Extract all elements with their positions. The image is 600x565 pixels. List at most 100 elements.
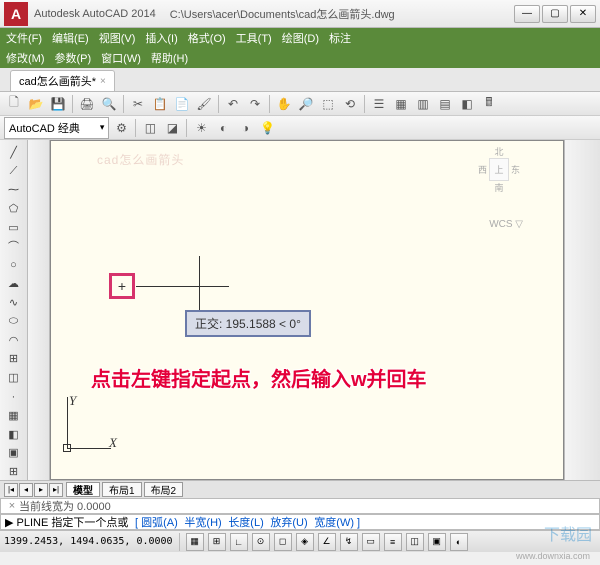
menu-window[interactable]: 窗口(W) — [101, 50, 141, 66]
menu-view[interactable]: 视图(V) — [99, 30, 136, 46]
cmd-option-length[interactable]: 长度(L) — [228, 514, 263, 530]
gradient-icon[interactable]: ◧ — [3, 426, 25, 443]
revcloud-icon[interactable]: ☁ — [3, 275, 25, 292]
menu-draw[interactable]: 绘图(D) — [282, 30, 319, 46]
tab-nav-next[interactable]: ▸ — [34, 483, 48, 497]
lwt-icon[interactable]: ≡ — [384, 533, 402, 551]
menu-file[interactable]: 文件(F) — [6, 30, 42, 46]
document-tab[interactable]: cad怎么画箭头* × — [10, 70, 115, 91]
paste-icon[interactable]: 📄 — [172, 94, 192, 114]
zoom-prev-icon[interactable]: ⟲ — [340, 94, 360, 114]
menu-parametric[interactable]: 参数(P) — [55, 50, 92, 66]
layer-icon[interactable]: ◫ — [140, 118, 160, 138]
rectangle-icon[interactable]: ▭ — [3, 219, 25, 236]
ellipse-icon[interactable]: ⬭ — [3, 313, 25, 330]
region-icon[interactable]: ▣ — [3, 445, 25, 462]
point-icon[interactable]: · — [3, 388, 25, 405]
render-icon[interactable]: ◐ — [213, 118, 233, 138]
tab-nav-prev[interactable]: ◂ — [19, 483, 33, 497]
light-icon[interactable]: 💡 — [257, 118, 277, 138]
sun-icon[interactable]: ☀ — [191, 118, 211, 138]
layout-tab-model[interactable]: 模型 — [66, 482, 100, 497]
tpy-icon[interactable]: ◫ — [406, 533, 424, 551]
nav-east[interactable]: 东 — [511, 165, 520, 175]
close-tab-icon[interactable]: × — [100, 76, 106, 87]
layout-tab-1[interactable]: 布局1 — [102, 482, 142, 497]
qp-icon[interactable]: ▣ — [428, 533, 446, 551]
nav-top[interactable]: 上 — [489, 158, 508, 181]
cmd-option-halfwidth[interactable]: 半宽(H) — [184, 514, 221, 530]
zoom-icon[interactable]: 🔎 — [296, 94, 316, 114]
menu-format[interactable]: 格式(O) — [188, 30, 226, 46]
ellipse-arc-icon[interactable]: ◠ — [3, 332, 25, 349]
polygon-icon[interactable]: ⬠ — [3, 200, 25, 217]
cmd-option-arc[interactable]: [ 圆弧(A) — [135, 514, 178, 530]
pan-icon[interactable]: ✋ — [274, 94, 294, 114]
drawing-canvas[interactable]: cad怎么画箭头 北 西 上 东 南 WCS ▽ + 正交: 195.1588 … — [50, 140, 564, 480]
menu-insert[interactable]: 插入(I) — [145, 30, 177, 46]
new-icon[interactable]: 🗋 — [4, 94, 24, 114]
copy-icon[interactable]: 📋 — [150, 94, 170, 114]
command-close-icon[interactable]: × — [5, 500, 19, 512]
tab-nav-last[interactable]: ▸| — [49, 483, 63, 497]
view-cube[interactable]: 北 西 上 东 南 — [473, 145, 525, 215]
menu-modify[interactable]: 修改(M) — [6, 50, 45, 66]
arc-icon[interactable]: ⌒ — [3, 238, 25, 255]
markup-icon[interactable]: ◧ — [457, 94, 477, 114]
cut-icon[interactable]: ✂ — [128, 94, 148, 114]
ducs-icon[interactable]: ↯ — [340, 533, 358, 551]
sheet-icon[interactable]: ▤ — [435, 94, 455, 114]
grid-icon[interactable]: ⊞ — [208, 533, 226, 551]
viewport-handle[interactable] — [28, 140, 50, 480]
command-input[interactable]: ▶ PLINE 指定下一个点或 [ 圆弧(A) 半宽(H) 长度(L) 放弃(U… — [0, 514, 600, 530]
preview-icon[interactable]: 🔍 — [99, 94, 119, 114]
design-center-icon[interactable]: ▦ — [391, 94, 411, 114]
make-block-icon[interactable]: ◫ — [3, 369, 25, 386]
polar-icon[interactable]: ⊙ — [252, 533, 270, 551]
calc-icon[interactable]: 🖩 — [479, 94, 499, 114]
nav-west[interactable]: 西 — [478, 165, 487, 175]
close-button[interactable]: ✕ — [570, 5, 596, 23]
ws-save-icon[interactable]: ⚙ — [111, 118, 131, 138]
hatch-icon[interactable]: ▦ — [3, 407, 25, 424]
maximize-button[interactable]: ▢ — [542, 5, 568, 23]
polyline-icon[interactable]: ⁓ — [3, 182, 25, 199]
save-icon[interactable]: 💾 — [48, 94, 68, 114]
zoom-window-icon[interactable]: ⬚ — [318, 94, 338, 114]
cmd-option-width[interactable]: 宽度(W) ] — [314, 514, 360, 530]
insert-block-icon[interactable]: ⊞ — [3, 351, 25, 368]
snap-mode-icon[interactable]: ▦ — [186, 533, 204, 551]
open-icon[interactable]: 📂 — [26, 94, 46, 114]
otrack-icon[interactable]: ∠ — [318, 533, 336, 551]
table-icon[interactable]: ⊞ — [3, 463, 25, 480]
match-icon[interactable]: 🖌 — [194, 94, 214, 114]
minimize-button[interactable]: — — [514, 5, 540, 23]
nav-south[interactable]: 南 — [473, 181, 525, 194]
spline-icon[interactable]: ∿ — [3, 294, 25, 311]
workspace-selector[interactable]: AutoCAD 经典 — [4, 117, 109, 139]
sc-icon[interactable]: ◐ — [450, 533, 468, 551]
menu-help[interactable]: 帮助(H) — [151, 50, 188, 66]
layout-tab-2[interactable]: 布局2 — [144, 482, 184, 497]
cmd-option-undo[interactable]: 放弃(U) — [270, 514, 307, 530]
xline-icon[interactable]: ⟋ — [3, 163, 25, 180]
menu-edit[interactable]: 编辑(E) — [52, 30, 89, 46]
redo-icon[interactable]: ↷ — [245, 94, 265, 114]
print-icon[interactable]: 🖨 — [77, 94, 97, 114]
layer-prev-icon[interactable]: ◪ — [162, 118, 182, 138]
circle-icon[interactable]: ○ — [3, 257, 25, 274]
osnap-icon[interactable]: ◻ — [274, 533, 292, 551]
line-icon[interactable]: ╱ — [3, 144, 25, 161]
menu-tools[interactable]: 工具(T) — [236, 30, 272, 46]
tool-palette-icon[interactable]: ▥ — [413, 94, 433, 114]
3dosnap-icon[interactable]: ◈ — [296, 533, 314, 551]
menu-dimension[interactable]: 标注 — [329, 30, 351, 46]
dyn-icon[interactable]: ▭ — [362, 533, 380, 551]
tab-nav-first[interactable]: |◂ — [4, 483, 18, 497]
wcs-label[interactable]: WCS ▽ — [489, 219, 523, 230]
undo-icon[interactable]: ↶ — [223, 94, 243, 114]
properties-icon[interactable]: ☰ — [369, 94, 389, 114]
material-icon[interactable]: ◑ — [235, 118, 255, 138]
ortho-icon[interactable]: ∟ — [230, 533, 248, 551]
nav-north[interactable]: 北 — [473, 145, 525, 158]
